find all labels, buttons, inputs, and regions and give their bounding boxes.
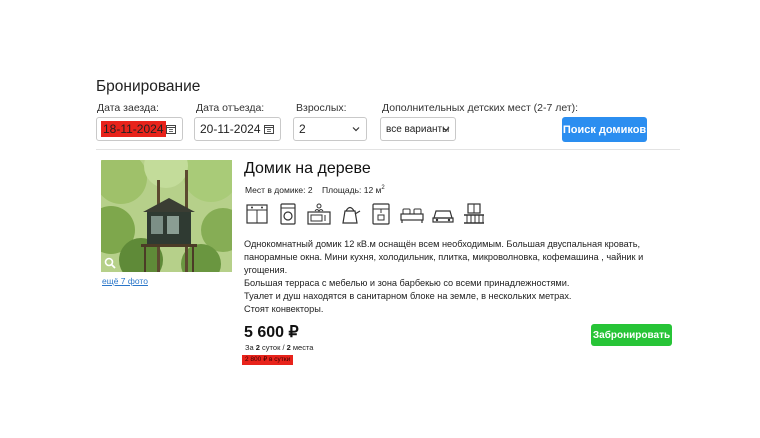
checkin-label: Дата заезда: xyxy=(97,102,159,114)
listing-price: 5 600 ₽ xyxy=(244,324,299,341)
listing-photo[interactable] xyxy=(101,160,232,272)
nights-suffix: места xyxy=(290,343,314,352)
description-line: Однокомнатный домик 12 кВ.м оснащён всем… xyxy=(244,239,641,249)
bed-icon xyxy=(400,208,424,223)
chevron-down-icon xyxy=(442,127,450,132)
zoom-icon[interactable] xyxy=(104,257,116,269)
book-button[interactable]: Забронировать xyxy=(591,324,672,346)
adults-value: 2 xyxy=(299,122,306,136)
amenities-row xyxy=(245,203,486,225)
checkin-date-input[interactable]: 18-11-2024 xyxy=(96,117,183,141)
nights-mid: суток / xyxy=(259,343,287,352)
kids-value: все варианты xyxy=(386,123,450,135)
description-line: Большая терраса с мебелью и зона барбекь… xyxy=(244,278,570,288)
divider xyxy=(96,149,680,150)
nights-info: За 2 суток / 2 места xyxy=(245,343,313,352)
page-title: Бронирование xyxy=(96,78,201,95)
coffee-machine-icon xyxy=(372,203,390,225)
microwave-icon xyxy=(307,203,331,225)
nights-prefix: За xyxy=(245,343,256,352)
checkout-date-value: 20-11-2024 xyxy=(200,122,261,136)
places-count: Мест в домике: 2 xyxy=(245,185,313,195)
calendar-icon[interactable] xyxy=(166,124,176,134)
search-houses-button[interactable]: Поиск домиков xyxy=(562,117,647,142)
adults-label: Взрослых: xyxy=(296,102,347,114)
chevron-down-icon xyxy=(352,127,360,132)
price-per-day: 2 800 ₽ в сутки xyxy=(242,355,294,365)
kids-select[interactable]: все варианты xyxy=(380,117,456,141)
description-line: панорамные окна. Мини кухня, холодильник… xyxy=(244,252,644,262)
listing-title: Домик на дереве xyxy=(244,160,371,177)
kids-label: Дополнительных детских мест (2-7 лет): xyxy=(382,102,579,114)
calendar-icon[interactable] xyxy=(264,124,274,134)
checkin-date-value: 18-11-2024 xyxy=(101,121,166,137)
checkout-date-input[interactable]: 20-11-2024 xyxy=(194,117,281,141)
washing-machine-icon xyxy=(280,203,296,225)
area-info: Площадь: 12 м2 xyxy=(322,185,385,195)
description-line: угощения. xyxy=(244,265,288,275)
description-line: Стоят конвекторы. xyxy=(244,304,324,314)
checkout-label: Дата отъезда: xyxy=(196,102,265,114)
description-line: Туалет и душ находятся в санитарном блок… xyxy=(244,291,572,301)
area-superscript: 2 xyxy=(381,185,385,192)
kitchen-icon xyxy=(246,204,268,224)
balcony-icon xyxy=(464,203,484,224)
adults-select[interactable]: 2 xyxy=(293,117,367,141)
more-photos-link[interactable]: ещё 7 фото xyxy=(102,276,148,286)
area-value: Площадь: 12 м xyxy=(322,185,382,195)
kettle-icon xyxy=(342,206,361,224)
car-icon xyxy=(432,210,454,223)
